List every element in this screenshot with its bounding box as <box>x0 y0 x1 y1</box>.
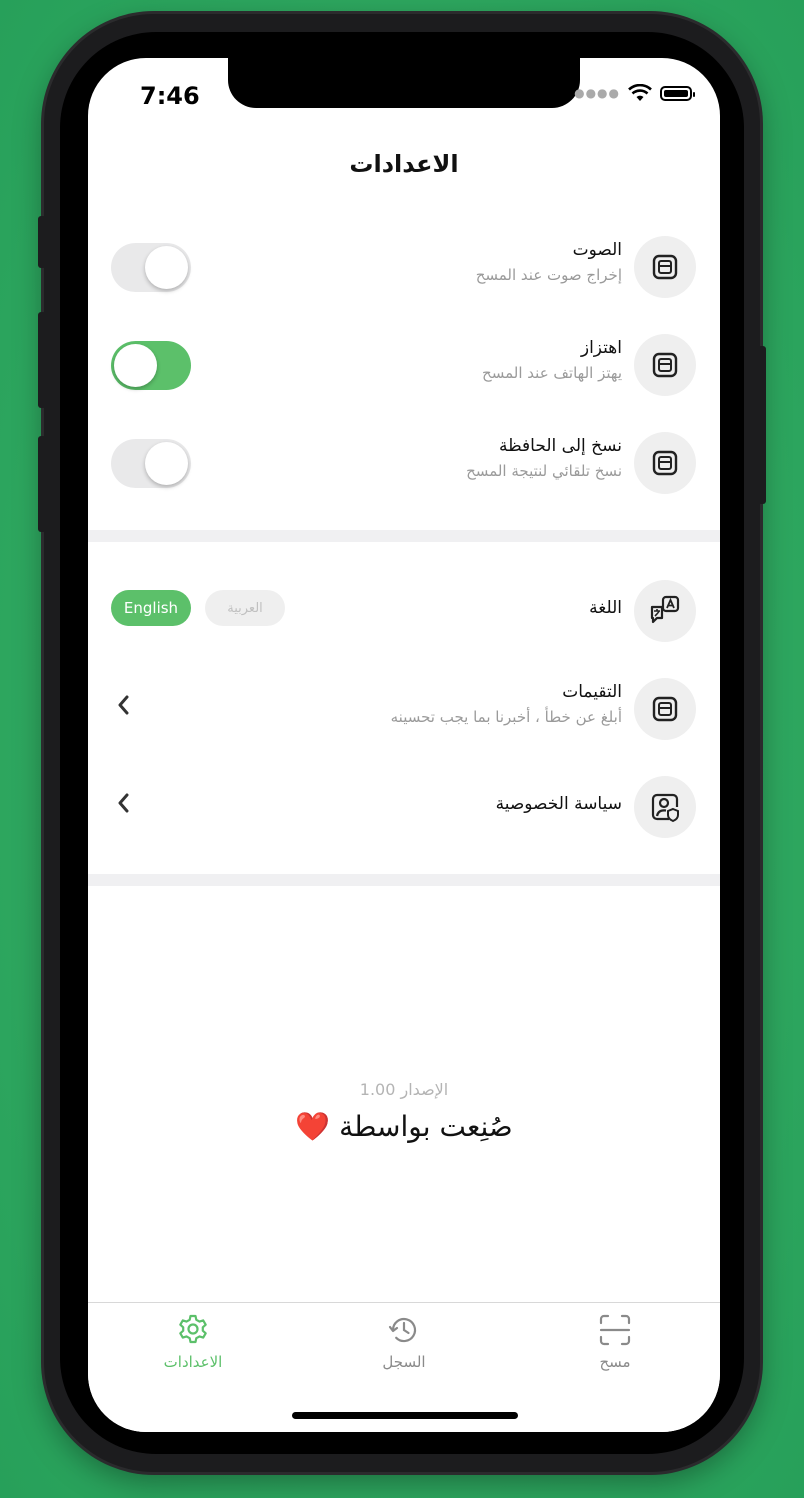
home-indicator <box>292 1412 518 1419</box>
setting-title: اهتزاز <box>580 338 622 358</box>
toggle-knob <box>145 246 188 289</box>
translate-icon <box>634 580 696 642</box>
box-icon <box>634 432 696 494</box>
mute-switch <box>38 216 46 268</box>
history-icon <box>388 1317 417 1343</box>
vibration-toggle[interactable] <box>111 341 191 390</box>
box-icon <box>634 678 696 740</box>
tab-label: الاعدادات <box>163 1353 223 1371</box>
language-option-english[interactable]: English <box>111 590 191 626</box>
tab-settings[interactable]: الاعدادات <box>133 1313 253 1371</box>
setting-title: اللغة <box>589 598 622 618</box>
box-icon <box>634 236 696 298</box>
app-screen: 7:46 ●●●● الاعدادات الصوت إخراج صوت عند … <box>88 58 720 1432</box>
setting-text: سياسة الخصوصية <box>496 794 622 814</box>
setting-text: التقيمات أبلغ عن خطأ ، أخبرنا بما يجب تح… <box>391 682 622 726</box>
setting-subtitle: إخراج صوت عند المسح <box>475 266 622 284</box>
power-button <box>758 346 766 504</box>
toggle-knob <box>145 442 188 485</box>
clipboard-toggle[interactable] <box>111 439 191 488</box>
sound-toggle[interactable] <box>111 243 191 292</box>
status-time: 7:46 <box>140 82 200 110</box>
tab-label: السجل <box>382 1353 426 1371</box>
box-icon <box>634 334 696 396</box>
setting-text: اللغة <box>589 598 622 618</box>
chevron-left-icon <box>118 793 129 813</box>
setting-row-sound: الصوت إخراج صوت عند المسح <box>88 232 720 302</box>
setting-row-language: English العربية اللغة <box>88 576 720 646</box>
setting-title: الصوت <box>572 240 622 260</box>
page-title: الاعدادات <box>349 150 459 178</box>
setting-title: نسخ إلى الحافظة <box>499 436 622 456</box>
setting-text: الصوت إخراج صوت عند المسح <box>476 240 622 284</box>
setting-row-ratings[interactable]: التقيمات أبلغ عن خطأ ، أخبرنا بما يجب تح… <box>88 674 720 744</box>
setting-subtitle: يهتز الهاتف عند المسح <box>482 364 622 382</box>
scan-icon <box>599 1314 631 1346</box>
setting-title: سياسة الخصوصية <box>495 794 622 814</box>
chevron-left-icon <box>118 695 129 715</box>
section-divider <box>88 874 720 886</box>
wifi-icon <box>628 84 652 101</box>
tab-label: مسح <box>599 1353 631 1371</box>
made-by-label: صُنِعت بواسطة ❤️ <box>295 1110 513 1143</box>
signal-dots-icon: ●●●● <box>574 86 620 100</box>
setting-row-clipboard: نسخ إلى الحافظة نسخ تلقائي لنتيجة المسح <box>88 428 720 498</box>
privacy-user-shield-icon <box>634 776 696 838</box>
tab-history[interactable]: السجل <box>344 1313 464 1371</box>
toggle-knob <box>114 344 157 387</box>
battery-icon <box>660 85 695 101</box>
setting-subtitle: أبلغ عن خطأ ، أخبرنا بما يجب تحسينه <box>390 708 622 726</box>
setting-row-privacy[interactable]: سياسة الخصوصية <box>88 772 720 842</box>
setting-subtitle: نسخ تلقائي لنتيجة المسح <box>466 462 622 480</box>
setting-text: اهتزاز يهتز الهاتف عند المسح <box>482 338 622 382</box>
volume-down-button <box>38 436 46 532</box>
setting-title: التقيمات <box>562 682 622 702</box>
setting-row-vibration: اهتزاز يهتز الهاتف عند المسح <box>88 330 720 400</box>
tab-scan[interactable]: مسح <box>555 1313 675 1371</box>
section-divider <box>88 530 720 542</box>
version-label: الإصدار 1.00 <box>359 1080 449 1099</box>
language-option-arabic[interactable]: العربية <box>205 590 285 626</box>
notch <box>228 58 580 108</box>
gear-icon <box>179 1314 207 1344</box>
status-icons: ●●●● <box>574 84 695 102</box>
volume-up-button <box>38 312 46 408</box>
setting-text: نسخ إلى الحافظة نسخ تلقائي لنتيجة المسح <box>466 436 622 480</box>
